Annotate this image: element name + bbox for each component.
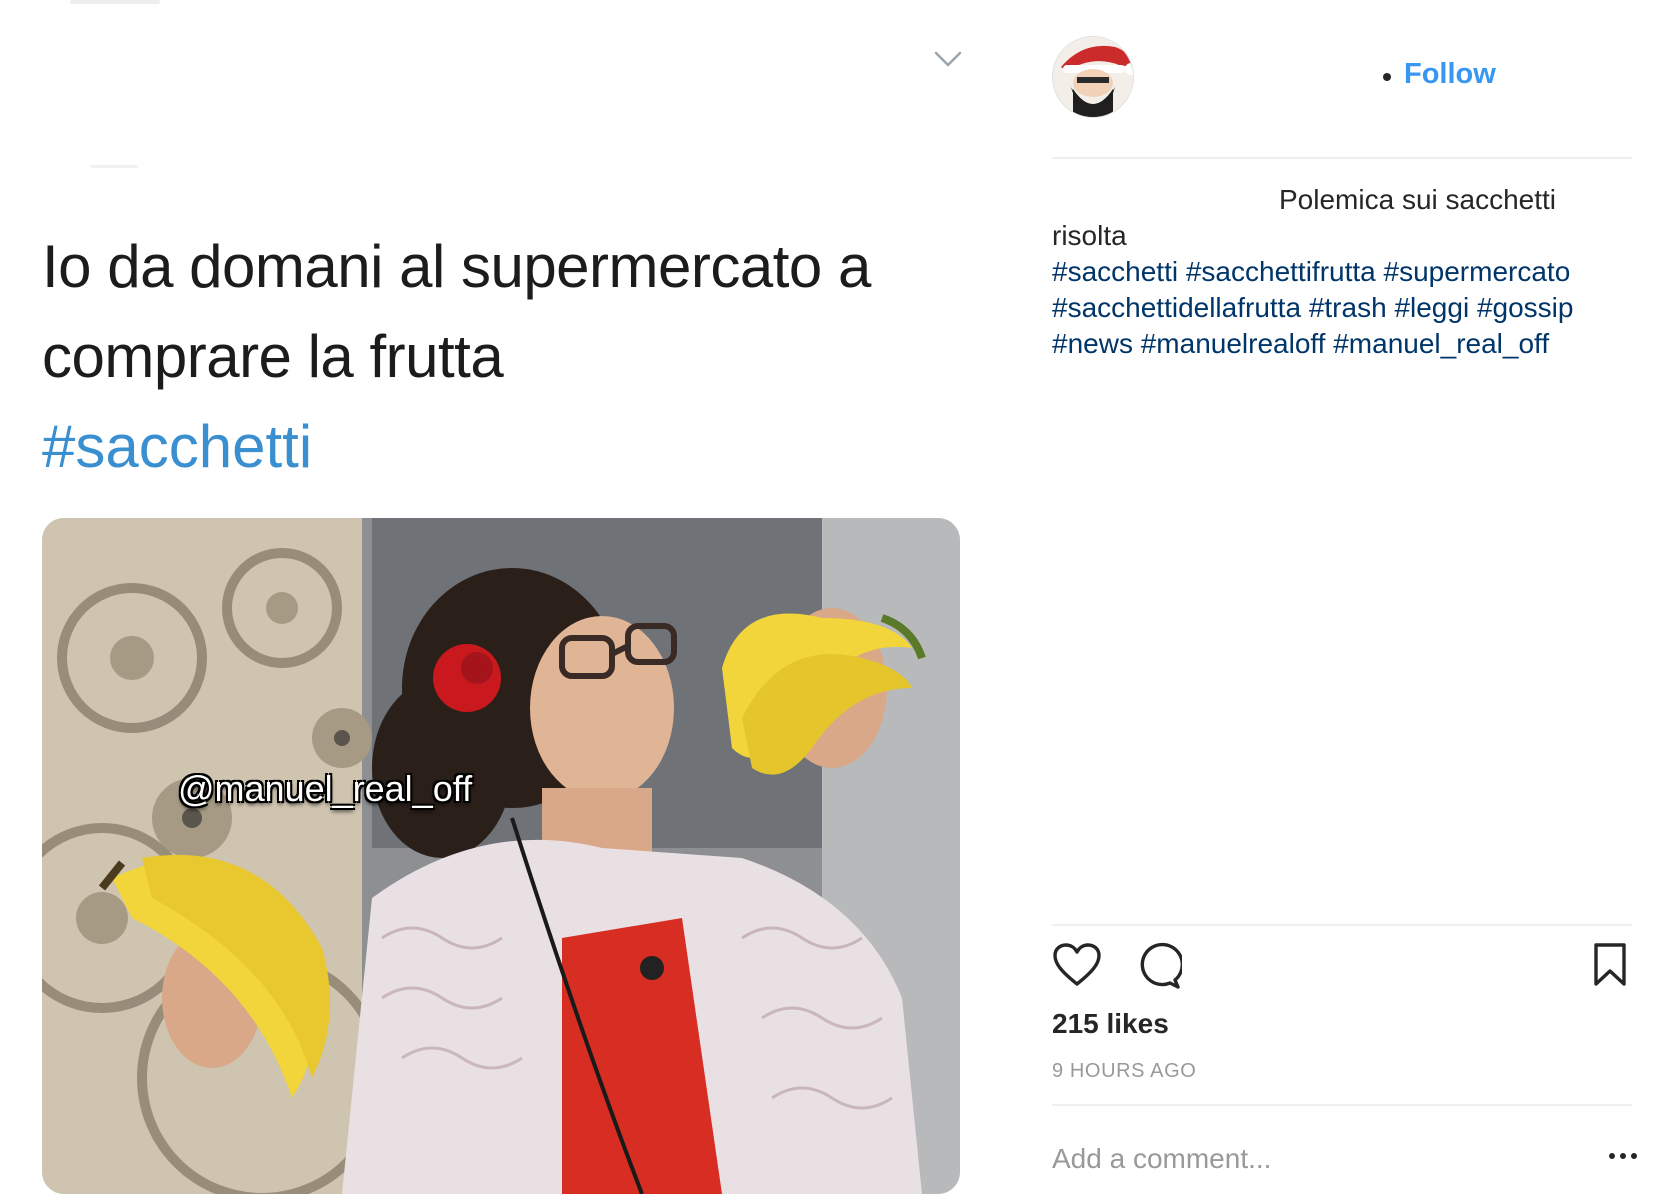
- chevron-down-icon[interactable]: [928, 44, 968, 74]
- hashtag-link[interactable]: #supermercato: [1384, 256, 1571, 287]
- hashtag-link[interactable]: #gossip: [1477, 292, 1574, 323]
- separator-dot: [1383, 73, 1391, 81]
- comment-input[interactable]: [1052, 1136, 1572, 1182]
- follow-button[interactable]: Follow: [1404, 58, 1496, 91]
- image-watermark: @manuel_real_off: [178, 768, 473, 809]
- tweet-screenshot: Io da domani al supermercato a comprare …: [0, 0, 1010, 1200]
- post-timestamp: 9 HOURS AGO: [1052, 1060, 1197, 1082]
- comment-divider: [1052, 1104, 1632, 1106]
- caption-text-line2: risolta: [1052, 220, 1127, 251]
- heart-icon[interactable]: [1052, 942, 1102, 988]
- caption-text-line1: Polemica sui sacchetti: [1279, 184, 1557, 215]
- comment-icon[interactable]: [1134, 942, 1182, 990]
- avatar-illustration: [1053, 37, 1133, 117]
- tweet-text: Io da domani al supermercato a comprare …: [42, 233, 871, 390]
- caption-hashtags: #sacchetti #sacchettifrutta #supermercat…: [1052, 254, 1632, 362]
- avatar[interactable]: [1052, 36, 1134, 118]
- more-options-icon[interactable]: [1608, 1146, 1638, 1166]
- hashtag-link[interactable]: #sacchetti: [1052, 256, 1178, 287]
- post-actions: [1052, 942, 1632, 992]
- actions-divider: [1052, 924, 1632, 926]
- hashtag-link[interactable]: #manuelrealoff: [1141, 328, 1326, 359]
- header-divider: [1052, 157, 1632, 159]
- hashtag-link[interactable]: #leggi: [1394, 292, 1469, 323]
- post-caption: Polemica sui sacchetti risolta #sacchett…: [1052, 182, 1632, 362]
- hashtag-link[interactable]: #manuel_real_off: [1333, 328, 1549, 359]
- faint-header-mark: [70, 0, 160, 4]
- bookmark-icon[interactable]: [1592, 942, 1628, 988]
- hashtag-link[interactable]: #sacchettifrutta: [1186, 256, 1376, 287]
- page: Io da domani al supermercato a comprare …: [0, 0, 1668, 1200]
- faint-divider-mark: [90, 165, 138, 168]
- hashtag-link[interactable]: #trash: [1309, 292, 1387, 323]
- hashtag-link[interactable]: #sacchettidellafrutta: [1052, 292, 1301, 323]
- hashtag-link[interactable]: #news: [1052, 328, 1133, 359]
- media-illustration: [42, 518, 960, 1194]
- likes-count[interactable]: 215 likes: [1052, 1008, 1169, 1040]
- post-panel: Follow Polemica sui sacchetti risolta #s…: [1052, 0, 1637, 1200]
- tweet-media-image[interactable]: @manuel_real_off: [42, 518, 960, 1194]
- tweet-hashtag-link[interactable]: #sacchetti: [42, 402, 312, 492]
